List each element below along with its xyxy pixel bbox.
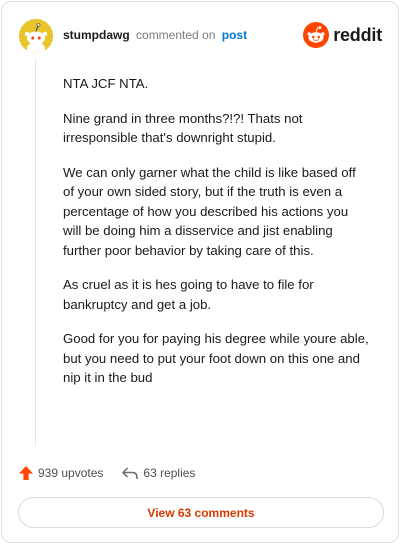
reply-arrow-icon bbox=[122, 467, 139, 479]
upvote-button[interactable]: 939 upvotes bbox=[18, 465, 103, 481]
comment-card: stumpdawg commented on post reddit NTA J… bbox=[1, 1, 399, 543]
reddit-logo-icon bbox=[303, 22, 330, 48]
reddit-brand[interactable]: reddit bbox=[303, 21, 382, 49]
reply-count: 63 replies bbox=[143, 466, 196, 480]
comment-paragraph: As cruel as it is hes going to have to f… bbox=[63, 277, 314, 312]
replies-button[interactable]: 63 replies bbox=[121, 465, 195, 481]
comment-paragraph: NTA JCF NTA. bbox=[63, 76, 149, 91]
post-link[interactable]: post bbox=[222, 28, 247, 42]
comment-paragraph: Good for you for paying his degree while… bbox=[63, 331, 369, 385]
comment-paragraph: Nine grand in three months?!?! Thats not… bbox=[63, 110, 303, 146]
comment-actions: 939 upvotes 63 replies bbox=[18, 462, 213, 484]
comment-paragraph: We can only garner what the child is lik… bbox=[63, 164, 356, 258]
comment-meta: stumpdawg commented on post bbox=[63, 28, 247, 42]
snoo-avatar-icon bbox=[19, 19, 53, 53]
view-comments-button[interactable]: View 63 comments bbox=[18, 497, 384, 528]
upvote-arrow-icon bbox=[19, 466, 33, 480]
reddit-wordmark: reddit bbox=[333, 24, 382, 45]
comment-header: stumpdawg commented on post reddit bbox=[18, 15, 384, 55]
user-avatar[interactable] bbox=[19, 19, 53, 53]
comment-thread-line[interactable] bbox=[35, 60, 36, 446]
username-link[interactable]: stumpdawg bbox=[63, 28, 130, 42]
comment-body: NTA JCF NTA. Nine grand in three months?… bbox=[63, 74, 369, 403]
commented-on-text: commented on bbox=[136, 28, 216, 42]
upvote-count: 939 upvotes bbox=[38, 466, 104, 480]
